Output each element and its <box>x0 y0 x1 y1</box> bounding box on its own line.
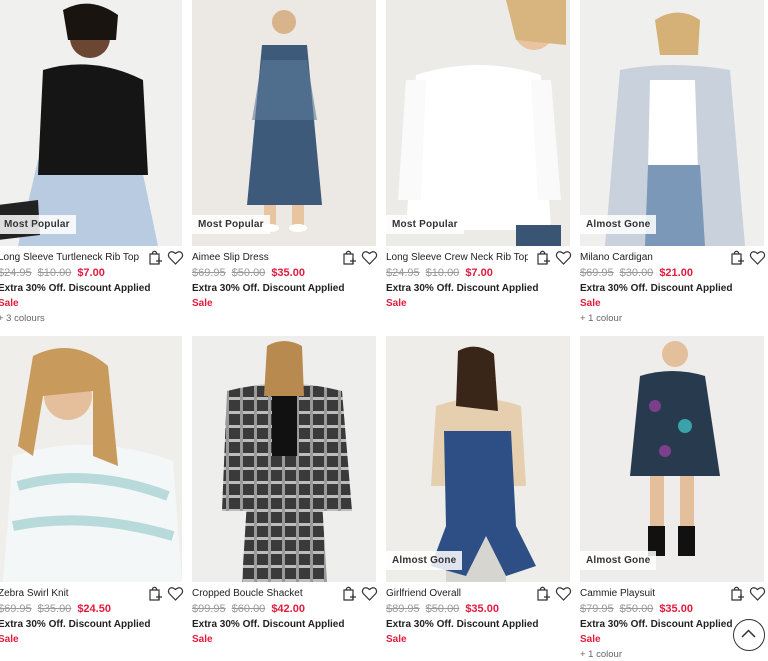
current-price: $35.00 <box>271 267 305 279</box>
previous-price: $60.00 <box>231 603 266 615</box>
heart-icon[interactable] <box>749 585 766 602</box>
original-price: $99.95 <box>192 603 226 615</box>
promo-text: Extra 30% Off. Discount Applied <box>580 619 733 630</box>
scroll-to-top-button[interactable] <box>733 619 765 651</box>
original-price: $24.95 <box>386 267 420 279</box>
sale-label: Sale <box>192 298 213 309</box>
original-price: $69.95 <box>580 267 614 279</box>
price-group: $69.95 $50.00 $35.00 <box>192 267 305 279</box>
promo-text: Extra 30% Off. Discount Applied <box>192 619 345 630</box>
product-badge: Almost Gone <box>580 551 657 570</box>
previous-price: $30.00 <box>619 267 654 279</box>
product-image[interactable]: Most Popular <box>386 0 570 246</box>
product-image[interactable]: Almost Gone <box>580 0 764 246</box>
heart-icon[interactable] <box>555 249 572 266</box>
previous-price: $50.00 <box>425 603 460 615</box>
colour-count[interactable]: + 3 colours <box>0 313 45 324</box>
previous-price: $35.00 <box>37 603 72 615</box>
current-price: $21.00 <box>659 267 693 279</box>
product-name[interactable]: Zebra Swirl Knit <box>0 588 140 599</box>
bag-plus-icon[interactable] <box>341 249 358 266</box>
product-image[interactable] <box>192 336 376 582</box>
bag-plus-icon[interactable] <box>535 585 552 602</box>
promo-text: Extra 30% Off. Discount Applied <box>580 283 733 294</box>
price-group: $79.95 $50.00 $35.00 <box>580 603 693 615</box>
product-badge: Most Popular <box>192 215 270 234</box>
heart-icon[interactable] <box>749 249 766 266</box>
previous-price: $10.00 <box>37 267 72 279</box>
product-name[interactable]: Long Sleeve Crew Neck Rib Top <box>386 252 528 263</box>
current-price: $35.00 <box>465 603 499 615</box>
promo-text: Extra 30% Off. Discount Applied <box>192 283 345 294</box>
sale-label: Sale <box>386 298 407 309</box>
sale-label: Sale <box>580 298 601 309</box>
bag-plus-icon[interactable] <box>535 249 552 266</box>
product-image[interactable]: Most Popular <box>192 0 376 246</box>
original-price: $79.95 <box>580 603 614 615</box>
price-group: $99.95 $60.00 $42.00 <box>192 603 305 615</box>
original-price: $89.95 <box>386 603 420 615</box>
current-price: $35.00 <box>659 603 693 615</box>
sale-label: Sale <box>192 634 213 645</box>
price-group: $69.95 $30.00 $21.00 <box>580 267 693 279</box>
heart-icon[interactable] <box>555 585 572 602</box>
product-badge: Almost Gone <box>386 551 463 570</box>
bag-plus-icon[interactable] <box>729 585 746 602</box>
original-price: $24.95 <box>0 267 32 279</box>
current-price: $7.00 <box>77 267 105 279</box>
price-group: $24.95 $10.00 $7.00 <box>0 267 105 279</box>
chevron-up-icon <box>734 620 763 649</box>
product-image[interactable]: Most Popular <box>0 0 182 246</box>
previous-price: $10.00 <box>425 267 460 279</box>
price-group: $69.95 $35.00 $24.50 <box>0 603 111 615</box>
heart-icon[interactable] <box>167 249 184 266</box>
current-price: $24.50 <box>77 603 111 615</box>
previous-price: $50.00 <box>231 267 266 279</box>
price-group: $24.95 $10.00 $7.00 <box>386 267 493 279</box>
product-image[interactable] <box>0 336 182 582</box>
original-price: $69.95 <box>0 603 32 615</box>
product-badge: Most Popular <box>0 215 76 234</box>
previous-price: $50.00 <box>619 603 654 615</box>
promo-text: Extra 30% Off. Discount Applied <box>386 283 539 294</box>
product-name[interactable]: Long Sleeve Turtleneck Rib Top <box>0 252 140 263</box>
product-badge: Most Popular <box>386 215 464 234</box>
original-price: $69.95 <box>192 267 226 279</box>
price-group: $89.95 $50.00 $35.00 <box>386 603 499 615</box>
product-image[interactable]: Almost Gone <box>386 336 570 582</box>
promo-text: Extra 30% Off. Discount Applied <box>0 619 151 630</box>
sale-label: Sale <box>386 634 407 645</box>
heart-icon[interactable] <box>361 249 378 266</box>
product-name[interactable]: Girlfriend Overall <box>386 588 528 599</box>
sale-label: Sale <box>0 634 19 645</box>
bag-plus-icon[interactable] <box>729 249 746 266</box>
product-name[interactable]: Cammie Playsuit <box>580 588 722 599</box>
sale-label: Sale <box>0 298 19 309</box>
promo-text: Extra 30% Off. Discount Applied <box>386 619 539 630</box>
heart-icon[interactable] <box>167 585 184 602</box>
bag-plus-icon[interactable] <box>341 585 358 602</box>
bag-plus-icon[interactable] <box>147 585 164 602</box>
sale-label: Sale <box>580 634 601 645</box>
product-name[interactable]: Cropped Boucle Shacket <box>192 588 334 599</box>
product-image[interactable]: Almost Gone <box>580 336 764 582</box>
product-name[interactable]: Milano Cardigan <box>580 252 722 263</box>
product-name[interactable]: Aimee Slip Dress <box>192 252 334 263</box>
promo-text: Extra 30% Off. Discount Applied <box>0 283 151 294</box>
current-price: $42.00 <box>271 603 305 615</box>
colour-count[interactable]: + 1 colour <box>580 649 622 660</box>
heart-icon[interactable] <box>361 585 378 602</box>
current-price: $7.00 <box>465 267 493 279</box>
colour-count[interactable]: + 1 colour <box>580 313 622 324</box>
product-badge: Almost Gone <box>580 215 657 234</box>
bag-plus-icon[interactable] <box>147 249 164 266</box>
